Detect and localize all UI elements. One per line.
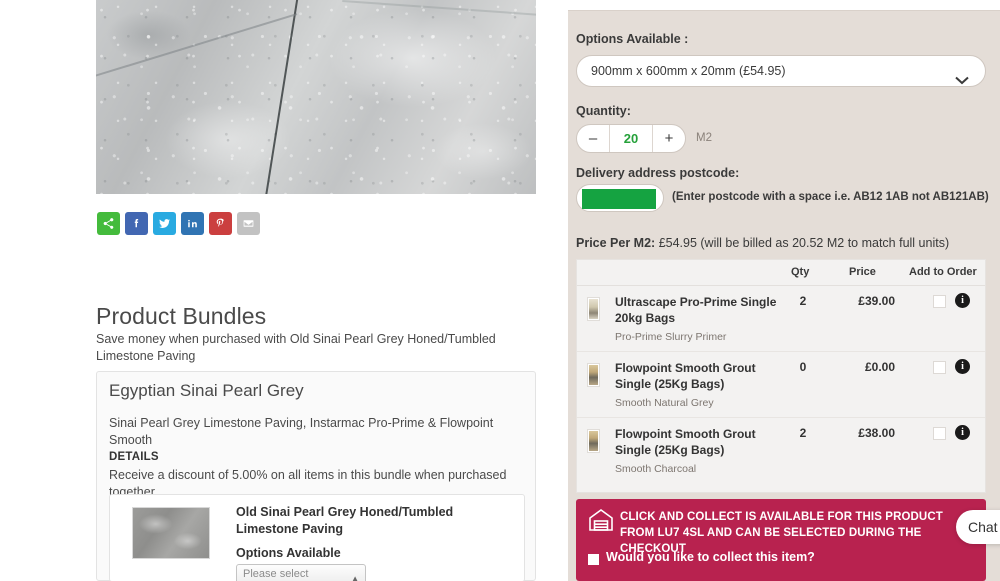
postcode-input[interactable] [576,184,664,212]
email-icon[interactable] [237,212,260,235]
quantity-stepper: – 20 + [576,124,686,153]
product-name: Flowpoint Smooth Grout Single (25Kg Bags… [615,361,756,391]
linkedin-icon[interactable] [181,212,204,235]
bundle-item-thumbnail[interactable] [132,507,210,559]
product-qty: 0 [799,360,807,374]
product-thumbnail[interactable] [587,363,600,387]
product-thumbnail[interactable] [587,429,600,453]
product-variant: Smooth Charcoal [615,463,697,475]
product-price: £39.00 [858,294,895,308]
postcode-hint: (Enter postcode with a space i.e. AB12 1… [672,191,989,203]
bundle-name: Egyptian Sinai Pearl Grey [109,381,304,400]
product-variant: Pro-Prime Slurry Primer [615,331,727,343]
bundle-item-options-value: Please select [243,568,309,580]
twitter-icon[interactable] [153,212,176,235]
chat-widget[interactable]: Chat w [956,510,1000,544]
bundle-item-options-select[interactable]: Please select ▲ [236,564,366,581]
chevron-down-icon: ▲ [351,574,359,581]
table-row: Ultrascape Pro-Prime Single 20kg Bags Pr… [577,286,985,352]
add-to-order-checkbox[interactable] [933,295,946,308]
bundle-item-options-label: Options Available [236,546,341,560]
add-to-order-checkbox[interactable] [933,361,946,374]
product-name: Flowpoint Smooth Grout Single (25Kg Bags… [615,427,756,457]
photo-texture [96,0,536,194]
social-share-row [97,212,260,235]
quantity-increment-button[interactable]: + [652,125,685,152]
product-price: £0.00 [864,360,895,374]
quantity-decrement-button[interactable]: – [577,125,610,152]
postcode-label: Delivery address postcode: [576,166,740,180]
addon-products-table: Qty Price Add to Order Ultrascape Pro-Pr… [576,259,986,493]
product-variant: Smooth Natural Grey [615,397,714,409]
quantity-label: Quantity: [576,104,631,118]
click-and-collect-banner: CLICK AND COLLECT IS AVAILABLE FOR THIS … [576,499,986,581]
product-qty: 2 [799,426,807,440]
column-header-add: Add to Order [909,266,977,278]
info-icon[interactable]: i [955,359,970,374]
quantity-unit-label: M2 [696,132,712,144]
table-row: Flowpoint Smooth Grout Single (25Kg Bags… [577,418,985,484]
bundle-details-heading: DETAILS [109,451,159,463]
bundle-item: Old Sinai Pearl Grey Honed/Tumbled Limes… [109,494,525,581]
column-header-qty: Qty [791,266,810,278]
warehouse-icon [588,508,614,537]
collect-item-checkbox[interactable] [588,554,599,565]
bundle-item-title: Old Sinai Pearl Grey Honed/Tumbled Limes… [236,505,454,536]
info-icon[interactable]: i [955,425,970,440]
product-qty: 2 [799,294,807,308]
product-thumbnail[interactable] [587,297,600,321]
price-per-m2: Price Per M2: £54.95 (will be billed as … [576,236,949,250]
collect-item-question: Would you like to collect this item? [606,550,815,564]
postcode-input-highlight [582,189,656,209]
bundle-card: Egyptian Sinai Pearl Grey Sinai Pearl Gr… [96,371,536,581]
chevron-down-icon [955,66,969,97]
table-header-row: Qty Price Add to Order [577,260,985,286]
product-price: £38.00 [858,426,895,440]
price-per-m2-label: Price Per M2: [576,236,656,250]
product-image[interactable] [96,0,536,194]
bundle-description: Sinai Pearl Grey Limestone Paving, Insta… [109,416,494,447]
facebook-icon[interactable] [125,212,148,235]
product-name: Ultrascape Pro-Prime Single 20kg Bags [615,295,777,325]
info-icon[interactable]: i [955,293,970,308]
options-available-value: 900mm x 600mm x 20mm (£54.95) [591,64,786,78]
options-available-select[interactable]: 900mm x 600mm x 20mm (£54.95) [576,55,986,87]
share-icon[interactable] [97,212,120,235]
add-to-order-checkbox[interactable] [933,427,946,440]
page-title: Product Bundles [96,303,267,329]
quantity-input[interactable]: 20 [610,125,652,152]
purchase-panel: Options Available : 900mm x 600mm x 20mm… [568,10,1000,581]
pinterest-icon[interactable] [209,212,232,235]
left-column: Product Bundles Save money when purchase… [0,0,560,581]
price-per-m2-detail: £54.95 (will be billed as 20.52 M2 to ma… [655,236,950,250]
column-header-price: Price [849,266,876,278]
table-row: Flowpoint Smooth Grout Single (25Kg Bags… [577,352,985,418]
bundles-subtitle: Save money when purchased with Old Sinai… [96,332,496,363]
options-available-label: Options Available : [576,32,689,46]
page-root: Product Bundles Save money when purchase… [0,0,1000,581]
